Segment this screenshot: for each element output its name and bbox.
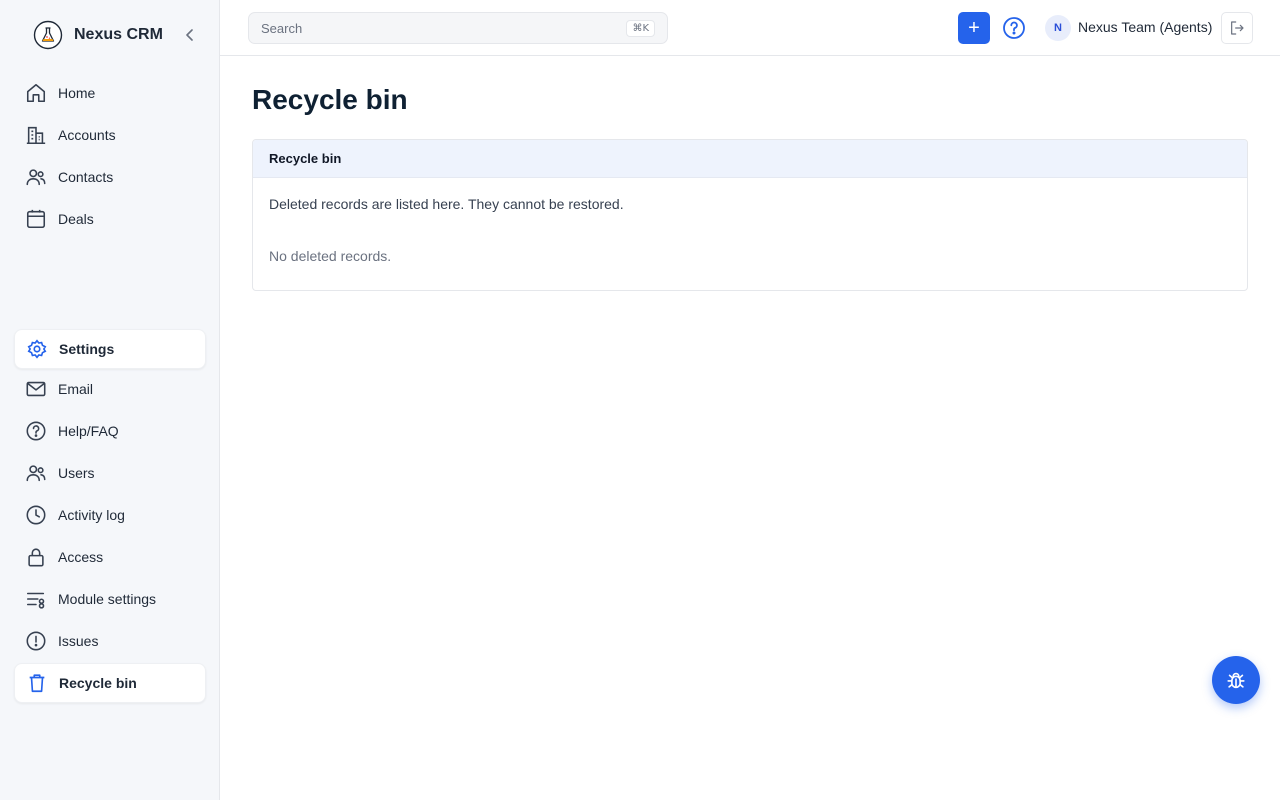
add-button[interactable]: +	[958, 12, 990, 44]
users-icon	[24, 165, 48, 189]
lock-icon	[24, 545, 48, 569]
sidebar-item-settings[interactable]: Settings	[14, 329, 206, 369]
sidebar-item-label: Issues	[58, 633, 99, 649]
bug-report-button[interactable]	[1212, 656, 1260, 704]
sidebar-item-users[interactable]: Users	[14, 453, 206, 493]
brand[interactable]: Nexus CRM	[32, 18, 163, 52]
chevron-left-icon	[186, 29, 193, 41]
trash-icon	[25, 671, 49, 695]
help-circle-icon	[24, 419, 48, 443]
sidebar-item-home[interactable]: Home	[14, 73, 206, 113]
plus-icon: +	[968, 16, 980, 39]
sidebar-item-access[interactable]: Access	[14, 537, 206, 577]
sidebar-item-help-faq[interactable]: Help/FAQ	[14, 411, 206, 451]
sidebar-item-contacts[interactable]: Contacts	[14, 157, 206, 197]
search-box[interactable]: ⌘K	[248, 12, 668, 44]
bug-icon	[1227, 672, 1245, 689]
avatar[interactable]: N	[1045, 15, 1071, 41]
search-input[interactable]	[249, 13, 609, 43]
mail-icon	[24, 377, 48, 401]
app-name: Nexus CRM	[74, 26, 163, 43]
calendar-icon	[24, 207, 48, 231]
flask-icon	[32, 19, 64, 51]
sidebar-item-label: Home	[58, 85, 96, 101]
user-name[interactable]: Nexus Team (Agents)	[1078, 19, 1212, 35]
sidebar-item-label: Activity log	[58, 507, 125, 523]
users-icon	[24, 461, 48, 485]
sidebar-item-email[interactable]: Email	[14, 369, 206, 409]
sidebar-item-deals[interactable]: Deals	[14, 199, 206, 239]
clock-icon	[24, 503, 48, 527]
card-description: Deleted records are listed here. They ca…	[269, 196, 624, 212]
home-icon	[24, 81, 48, 105]
sidebar-item-activity-log[interactable]: Activity log	[14, 495, 206, 535]
sliders-icon	[24, 587, 48, 611]
sidebar-item-label: Module settings	[58, 591, 157, 607]
building-icon	[24, 123, 48, 147]
sidebar-item-accounts[interactable]: Accounts	[14, 115, 206, 155]
sidebar-item-label: Contacts	[58, 169, 114, 185]
sidebar-item-label: Access	[58, 549, 104, 565]
settings-icon	[25, 337, 49, 361]
sidebar-item-label: Settings	[59, 341, 115, 357]
sidebar-item-label: Help/FAQ	[58, 423, 119, 439]
sidebar-item-label: Email	[58, 381, 94, 397]
help-circle-icon	[1003, 17, 1025, 39]
top-bar: ⌘K + N Nexus Team (Agents)	[220, 0, 1280, 56]
page-title: Recycle bin	[252, 84, 408, 115]
alert-circle-icon	[24, 629, 48, 653]
logout-button[interactable]	[1221, 12, 1253, 44]
sidebar: Nexus CRM Home Accounts Contacts Deals S…	[0, 0, 220, 800]
search-shortcut-badge: ⌘K	[626, 20, 655, 37]
help-button[interactable]	[1001, 15, 1027, 41]
sidebar-item-issues[interactable]: Issues	[14, 621, 206, 661]
sidebar-item-recycle-bin[interactable]: Recycle bin	[14, 663, 206, 703]
sidebar-item-module-settings[interactable]: Module settings	[14, 579, 206, 619]
collapse-sidebar-button[interactable]	[182, 26, 198, 44]
recycle-bin-card: Recycle bin Deleted records are listed h…	[252, 139, 1248, 291]
empty-state-text: No deleted records.	[269, 248, 392, 264]
sidebar-item-label: Deals	[58, 211, 94, 227]
sidebar-item-label: Recycle bin	[59, 675, 137, 691]
sidebar-item-label: Accounts	[58, 127, 116, 143]
card-header: Recycle bin	[253, 140, 1247, 178]
logout-icon	[1231, 21, 1244, 35]
sidebar-item-label: Users	[58, 465, 95, 481]
